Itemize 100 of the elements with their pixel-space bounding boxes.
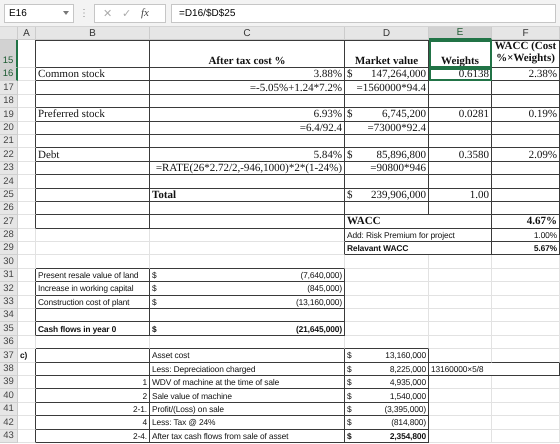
row-header[interactable]: 17 — [0, 81, 18, 95]
empty-cell[interactable] — [429, 94, 492, 108]
column-header[interactable]: B — [36, 27, 150, 40]
spreadsheet-cell: =90800*946 — [345, 162, 429, 176]
row-header[interactable]: 31 — [0, 268, 18, 282]
currency-cell: $ (13,160,000) — [150, 296, 345, 310]
column-header[interactable]: D — [345, 27, 429, 40]
spreadsheet-cell: Weights — [429, 40, 492, 68]
name-box[interactable]: E16 — [4, 4, 74, 22]
empty-cell[interactable] — [150, 228, 345, 242]
empty-cell[interactable] — [36, 94, 150, 108]
row-header[interactable]: 33 — [0, 296, 18, 310]
row-header[interactable]: 29 — [0, 242, 18, 256]
empty-cell[interactable] — [36, 134, 150, 148]
column-header[interactable]: C — [150, 27, 345, 40]
row-header[interactable]: 23 — [0, 162, 18, 176]
column-header[interactable]: A — [18, 27, 36, 40]
row-header[interactable]: 22 — [0, 148, 18, 162]
empty-cell[interactable] — [150, 94, 345, 108]
empty-cell[interactable] — [345, 175, 429, 189]
empty-cell[interactable] — [492, 162, 560, 176]
row-header[interactable]: 15 — [0, 40, 18, 68]
spreadsheet-cell: 5.67% — [492, 242, 560, 256]
spreadsheet-cell: 2-1. — [36, 402, 150, 416]
spreadsheet-cell: =1560000*94.4 — [345, 81, 429, 95]
row-header[interactable]: 42 — [0, 416, 18, 430]
row-header[interactable]: 18 — [0, 94, 18, 108]
column-header[interactable]: E — [429, 27, 492, 40]
spreadsheet-cell: 4.67% — [492, 215, 560, 229]
empty-cell[interactable] — [345, 202, 429, 216]
row-header[interactable]: 21 — [0, 134, 18, 148]
empty-cell[interactable] — [492, 122, 560, 135]
empty-cell[interactable] — [492, 94, 560, 108]
row-header[interactable]: 24 — [0, 175, 18, 189]
spreadsheet-cell: Less: Depreciatioon charged — [150, 362, 345, 376]
empty-cell[interactable] — [150, 242, 345, 256]
row-header[interactable]: 28 — [0, 228, 18, 242]
spreadsheet-cell: 13160000×5/8 — [429, 362, 560, 376]
column-header[interactable]: F — [492, 27, 560, 40]
empty-cell[interactable] — [36, 175, 150, 189]
empty-cell[interactable] — [492, 81, 560, 95]
empty-cell[interactable] — [36, 309, 150, 322]
spreadsheet-cell: Increase in working capital — [36, 282, 150, 296]
empty-cell[interactable] — [36, 40, 150, 68]
row-header[interactable]: 39 — [0, 376, 18, 390]
empty-cell[interactable] — [492, 202, 560, 216]
row-header[interactable]: 34 — [0, 309, 18, 322]
empty-cell[interactable] — [492, 134, 560, 148]
row-header[interactable]: 30 — [0, 255, 18, 269]
row-header[interactable]: 27 — [0, 215, 18, 229]
empty-cell[interactable] — [36, 362, 150, 376]
empty-cell[interactable] — [36, 81, 150, 95]
row-header[interactable]: 25 — [0, 188, 18, 202]
empty-cell[interactable] — [492, 188, 560, 202]
empty-cell[interactable] — [36, 162, 150, 176]
empty-cell[interactable] — [429, 134, 492, 148]
empty-cell[interactable] — [36, 188, 150, 202]
empty-cell[interactable] — [345, 134, 429, 148]
currency-cell: $ 13,160,000 — [345, 349, 429, 363]
currency-cell: $ 2,354,800 — [345, 430, 429, 443]
row-header[interactable]: 16 — [0, 68, 18, 82]
empty-cell[interactable] — [36, 215, 150, 229]
spreadsheet-cell: =-5.05%+1.24*7.2% — [150, 81, 345, 95]
empty-cell[interactable] — [36, 202, 150, 216]
row-header[interactable]: 38 — [0, 362, 18, 376]
currency-cell: $ 147,264,000 — [345, 68, 429, 82]
empty-cell[interactable] — [429, 162, 492, 176]
spreadsheet-cell: Construction cost of plant — [36, 296, 150, 310]
empty-cell[interactable] — [150, 215, 345, 229]
row-header[interactable]: 37 — [0, 349, 18, 363]
empty-cell[interactable] — [429, 202, 492, 216]
row-header[interactable]: 43 — [0, 430, 18, 443]
row-header[interactable]: 40 — [0, 389, 18, 403]
row-header[interactable]: 20 — [0, 122, 18, 135]
spreadsheet-cell: Debt — [36, 148, 150, 162]
spreadsheet-cell: Market value — [345, 40, 429, 68]
empty-cell[interactable] — [492, 175, 560, 189]
formula-field[interactable]: =D16/$D$25 — [171, 4, 556, 22]
empty-cell[interactable] — [36, 122, 150, 135]
row-header[interactable]: 36 — [0, 336, 18, 350]
spreadsheet-cell: WACC (Cost %×Weights) — [492, 40, 560, 68]
empty-cell[interactable] — [150, 134, 345, 148]
empty-cell[interactable] — [150, 202, 345, 216]
empty-cell[interactable] — [429, 81, 492, 95]
row-header[interactable]: 19 — [0, 108, 18, 122]
empty-cell[interactable] — [150, 309, 345, 322]
row-header[interactable]: 41 — [0, 402, 18, 416]
empty-cell[interactable] — [345, 94, 429, 108]
empty-cell[interactable] — [150, 175, 345, 189]
empty-cell[interactable] — [36, 349, 150, 363]
insert-function-button[interactable]: fx — [141, 7, 149, 19]
row-header[interactable]: 35 — [0, 322, 18, 336]
dropdown-caret-icon[interactable] — [63, 11, 69, 15]
empty-cell[interactable] — [429, 122, 492, 135]
currency-cell: $ (7,640,000) — [150, 268, 345, 282]
empty-cell[interactable] — [429, 175, 492, 189]
row-header[interactable]: 26 — [0, 202, 18, 216]
row-header[interactable]: 32 — [0, 282, 18, 296]
spreadsheet-cell: 2.38% — [492, 68, 560, 82]
currency-cell: $ (845,000) — [150, 282, 345, 296]
